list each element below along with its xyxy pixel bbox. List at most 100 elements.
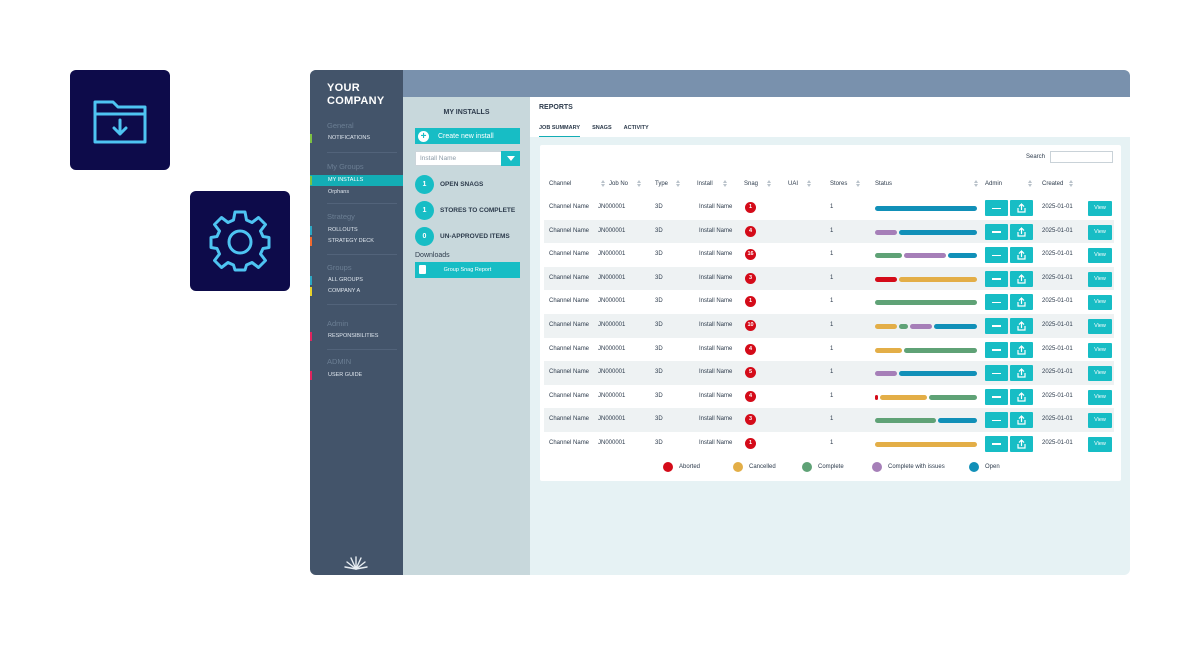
status-segment-cancelled xyxy=(880,394,928,400)
remove-button[interactable] xyxy=(985,317,1008,334)
table-row[interactable]: Channel Name JN000001 3D Install Name 1 1 2025… xyxy=(544,290,1114,314)
column-header-type[interactable]: Type xyxy=(655,181,668,187)
table-row[interactable]: Channel Name JN000001 3D Install Name 4 1 2025… xyxy=(544,385,1114,409)
view-button[interactable]: View xyxy=(1088,224,1112,240)
remove-button[interactable] xyxy=(985,247,1008,264)
stat-label: UN-APPROVED ITEMS xyxy=(440,232,510,240)
sort-icon[interactable] xyxy=(675,180,680,188)
sidebar-item-orphans[interactable]: Orphans xyxy=(310,187,403,198)
column-header-uai[interactable]: UAI xyxy=(788,181,798,187)
column-header-install[interactable]: Install xyxy=(697,181,713,187)
remove-button[interactable] xyxy=(985,412,1008,429)
remove-button[interactable] xyxy=(985,223,1008,240)
share-button[interactable] xyxy=(1010,435,1033,452)
reports-tabs: JOB SUMMARY SNAGS ACTIVITY xyxy=(539,125,661,137)
share-button[interactable] xyxy=(1010,341,1033,358)
sort-icon[interactable] xyxy=(806,180,811,188)
stat-unapproved-items[interactable]: 0 UN-APPROVED ITEMS xyxy=(415,226,510,246)
sort-icon[interactable] xyxy=(722,180,727,188)
sidebar-item-notifications[interactable]: NOTIFICATIONS xyxy=(310,133,403,144)
column-header-snag[interactable]: Snag xyxy=(744,181,758,187)
status-segment-cancelled xyxy=(875,323,898,329)
table-row[interactable]: Channel Name JN000001 3D Install Name 16 1 202… xyxy=(544,243,1114,267)
view-button[interactable]: View xyxy=(1088,389,1112,405)
sidebar-item-responsibilities[interactable]: RESPONSIBILITIES xyxy=(310,331,403,342)
reports-area: REPORTS JOB SUMMARY SNAGS ACTIVITY Searc… xyxy=(530,97,1130,575)
sort-icon[interactable] xyxy=(855,180,860,188)
table-row[interactable]: Channel Name JN000001 3D Install Name 4 1 2025… xyxy=(544,219,1114,244)
group-snag-report-button[interactable]: Group Snag Report xyxy=(415,262,520,278)
table-row[interactable]: Channel Name JN000001 3D Install Name 4 1 2025… xyxy=(544,338,1114,362)
share-button[interactable] xyxy=(1010,388,1033,405)
chevron-down-icon[interactable] xyxy=(501,151,520,166)
column-header-job-no[interactable]: Job No xyxy=(609,181,628,187)
table-row[interactable]: Channel Name JN000001 3D Install Name 3 1 2025… xyxy=(544,408,1114,432)
column-header-stores[interactable]: Stores xyxy=(830,181,847,187)
sort-icon[interactable] xyxy=(1068,180,1073,188)
divider xyxy=(327,349,397,350)
sidebar-item-user-guide[interactable]: USER GUIDE xyxy=(310,370,403,381)
sort-icon[interactable] xyxy=(1027,180,1032,188)
create-install-button[interactable]: + Create new install xyxy=(415,128,520,144)
share-button[interactable] xyxy=(1010,270,1033,287)
search-input[interactable] xyxy=(1050,151,1113,163)
table-row[interactable]: Channel Name JN000001 3D Install Name 10 1 202… xyxy=(544,313,1114,338)
status-bar xyxy=(875,371,977,377)
cell-created: 2025-01-01 xyxy=(1042,369,1073,376)
stat-stores-to-complete[interactable]: 1 STORES TO COMPLETE xyxy=(415,200,515,220)
view-button[interactable]: View xyxy=(1088,436,1112,452)
sort-icon[interactable] xyxy=(636,180,641,188)
view-button[interactable]: View xyxy=(1088,248,1112,264)
sort-icon[interactable] xyxy=(600,180,605,188)
sort-icon[interactable] xyxy=(766,180,771,188)
table-row[interactable]: Channel Name JN000001 3D Install Name 5 1 2025… xyxy=(544,361,1114,385)
cell-created: 2025-01-01 xyxy=(1042,439,1073,446)
install-name-select[interactable]: Install Name xyxy=(415,151,520,166)
column-header-admin[interactable]: Admin xyxy=(985,181,1002,187)
share-button[interactable] xyxy=(1010,412,1033,429)
remove-button[interactable] xyxy=(985,435,1008,452)
remove-button[interactable] xyxy=(985,294,1008,311)
view-button[interactable]: View xyxy=(1088,318,1112,334)
column-header-created[interactable]: Created xyxy=(1042,181,1063,187)
job-summary-card: Search Channel Job No Type Install Snag … xyxy=(540,145,1121,481)
share-button[interactable] xyxy=(1010,317,1033,334)
sidebar-item-company-a[interactable]: COMPANY A xyxy=(310,286,403,297)
remove-button[interactable] xyxy=(985,270,1008,287)
view-button[interactable]: View xyxy=(1088,413,1112,429)
sort-icon[interactable] xyxy=(973,180,978,188)
remove-button[interactable] xyxy=(985,388,1008,405)
tab-job-summary[interactable]: JOB SUMMARY xyxy=(539,125,581,137)
share-button[interactable] xyxy=(1010,247,1033,264)
view-button[interactable]: View xyxy=(1088,295,1112,311)
table-row[interactable]: Channel Name JN000001 3D Install Name 1 1 2025… xyxy=(544,432,1114,456)
view-button[interactable]: View xyxy=(1088,342,1112,358)
cell-stores: 1 xyxy=(830,227,834,234)
status-segment-open xyxy=(934,323,977,329)
status-segment-cancelled xyxy=(875,347,902,353)
view-button[interactable]: View xyxy=(1088,271,1112,287)
view-button[interactable]: View xyxy=(1088,366,1112,382)
share-button[interactable] xyxy=(1010,223,1033,240)
view-button[interactable]: View xyxy=(1088,201,1112,216)
table-row[interactable]: Channel Name JN000001 3D Install Name 3 1 2025… xyxy=(544,266,1114,291)
cell-stores: 1 xyxy=(830,321,834,328)
column-header-status[interactable]: Status xyxy=(875,181,892,187)
status-legend: Aborted Cancelled Complete Complete with… xyxy=(540,462,1121,476)
remove-button[interactable] xyxy=(985,341,1008,358)
sidebar-item-all-groups[interactable]: ALL GROUPS xyxy=(310,275,403,286)
remove-button[interactable] xyxy=(985,365,1008,382)
share-button[interactable] xyxy=(1010,365,1033,382)
column-header-channel[interactable]: Channel xyxy=(549,181,571,187)
remove-button[interactable] xyxy=(985,200,1008,216)
sidebar-item-strategy-deck[interactable]: STRATEGY DECK xyxy=(310,236,403,247)
tab-snags[interactable]: SNAGS xyxy=(592,125,612,137)
sidebar-item-rollouts[interactable]: ROLLOUTS xyxy=(310,225,403,236)
stat-open-snags[interactable]: 1 OPEN SNAGS xyxy=(415,174,483,194)
sidebar-item-my-installs[interactable]: MY INSTALLS xyxy=(310,175,409,186)
table-row[interactable]: Channel Name JN000001 3D Install Name 1 1 2025… xyxy=(544,196,1114,220)
tab-activity[interactable]: ACTIVITY xyxy=(624,125,649,137)
status-segment-open xyxy=(938,418,977,424)
share-button[interactable] xyxy=(1010,294,1033,311)
share-button[interactable] xyxy=(1010,200,1033,216)
